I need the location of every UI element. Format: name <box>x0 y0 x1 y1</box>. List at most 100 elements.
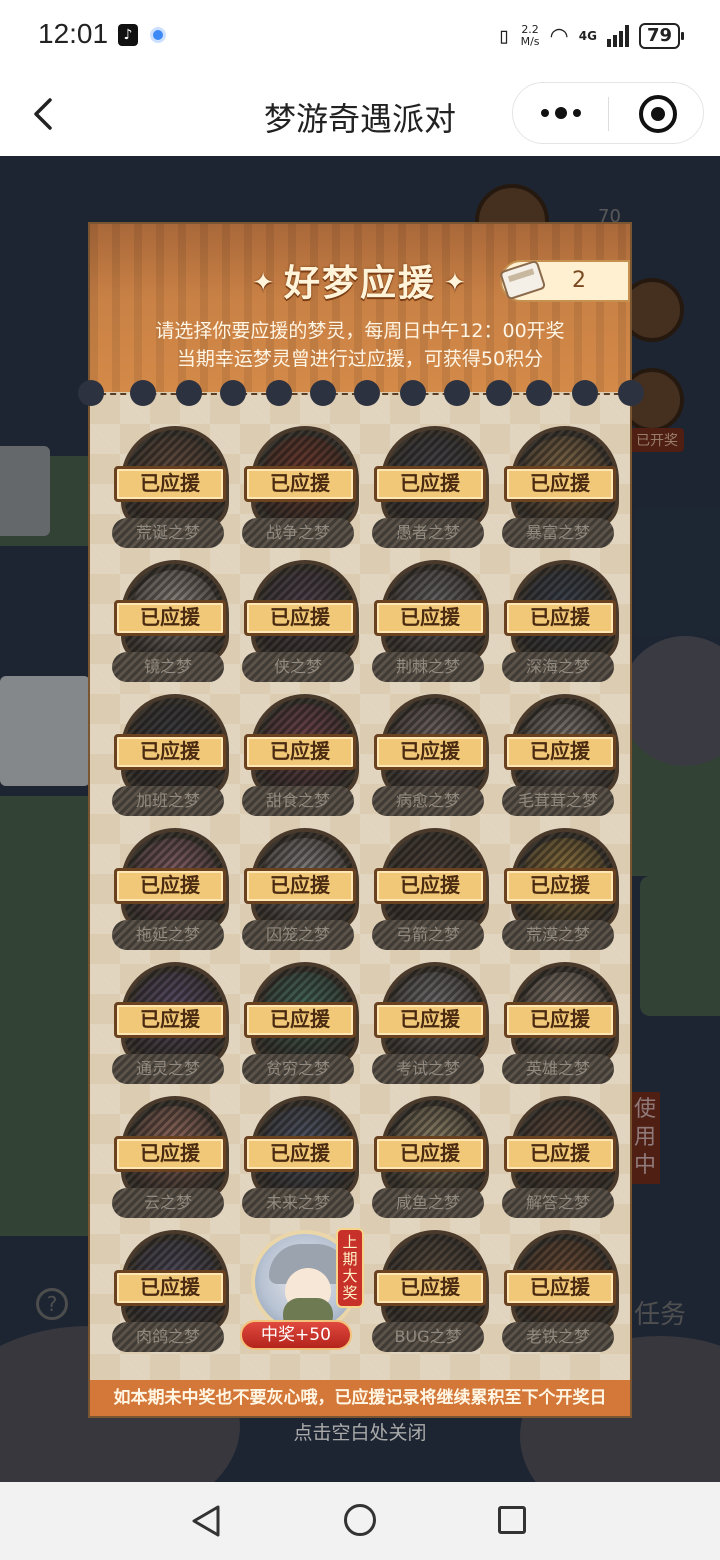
dream-item[interactable]: 已应援 镜之梦 <box>104 560 234 682</box>
supported-badge: 已应援 <box>114 466 226 502</box>
mini-program-nav: 梦游奇遇派对 <box>0 72 720 156</box>
modal-header: ✦ 好梦应援 ✦ 2 请选择你要应援的梦灵，每周日中午12：00开奖 当期幸运梦灵曾… <box>90 224 630 392</box>
dream-item[interactable]: 已应援 加班之梦 <box>104 694 234 816</box>
app-notification-icon <box>150 27 166 43</box>
battery-icon: 79 <box>638 23 685 49</box>
supported-badge: 已应援 <box>374 600 486 636</box>
dream-name: 未来之梦 <box>242 1188 354 1218</box>
dream-item[interactable]: 已应援 愚者之梦 <box>364 426 494 548</box>
dream-item[interactable]: 已应援 解答之梦 <box>494 1096 624 1218</box>
vibrate-icon: ▯ <box>497 23 511 49</box>
close-hint: 点击空白处关闭 <box>293 1422 427 1444</box>
supported-badge: 已应援 <box>244 1002 356 1038</box>
dream-item[interactable]: 已应援 肉鸽之梦 <box>104 1230 234 1352</box>
perforation-dot <box>618 380 644 406</box>
dream-item[interactable]: 已应援 咸鱼之梦 <box>364 1096 494 1218</box>
dream-item[interactable]: 已应援 弓箭之梦 <box>364 828 494 950</box>
system-nav-bar <box>0 1482 720 1560</box>
nav-home-icon[interactable] <box>344 1504 376 1536</box>
supported-badge: 已应援 <box>114 1270 226 1306</box>
dream-name: 愚者之梦 <box>372 518 484 548</box>
modal-title-text: 好梦应援 <box>283 263 436 304</box>
footer-banner: 如本期未中奖也不要灰心哦，已应援记录将继续累积至下个开奖日 <box>90 1380 630 1416</box>
dream-item[interactable]: 上期大奖 中奖+50 <box>234 1228 364 1350</box>
dream-item[interactable]: 已应援 贫穷之梦 <box>234 962 364 1084</box>
dream-item[interactable]: 已应援 甜食之梦 <box>234 694 364 816</box>
supported-badge: 已应援 <box>374 1270 486 1306</box>
supported-badge: 已应援 <box>374 1136 486 1172</box>
supported-badge: 已应援 <box>244 734 356 770</box>
ticket-count: 2 <box>572 268 586 293</box>
dream-item[interactable]: 已应援 通灵之梦 <box>104 962 234 1084</box>
supported-badge: 已应援 <box>374 868 486 904</box>
nav-back-icon[interactable] <box>190 1504 222 1538</box>
perforation-dot <box>486 380 512 406</box>
dream-name: 考试之梦 <box>372 1054 484 1084</box>
supported-badge: 已应援 <box>374 734 486 770</box>
dream-name: 战争之梦 <box>242 518 354 548</box>
perforation-divider <box>78 376 644 410</box>
supported-badge: 已应援 <box>374 1002 486 1038</box>
perforation-dot <box>526 380 552 406</box>
dream-name: 荒漠之梦 <box>502 920 614 950</box>
modal-subtitle-2: 当期幸运梦灵曾进行过应援，可获得50积分 <box>176 348 544 370</box>
dream-item[interactable]: 已应援 深海之梦 <box>494 560 624 682</box>
dream-name: BUG之梦 <box>372 1322 484 1352</box>
perforation-dot <box>130 380 156 406</box>
supported-badge: 已应援 <box>244 868 356 904</box>
close-miniprogram-icon[interactable] <box>639 95 677 133</box>
dream-item[interactable]: 已应援 荆棘之梦 <box>364 560 494 682</box>
dream-item[interactable]: 已应援 荒诞之梦 <box>104 426 234 548</box>
supported-badge: 已应援 <box>114 1002 226 1038</box>
support-modal: ✦ 好梦应援 ✦ 2 请选择你要应援的梦灵，每周日中午12：00开奖 当期幸运梦灵曾… <box>78 222 644 1418</box>
dream-item[interactable]: 已应援 病愈之梦 <box>364 694 494 816</box>
dream-grid: 已应援 荒诞之梦 已应援 战争之梦 已应援 愚者之梦 已应援 暴富之梦 已应援 镜之梦 已应援 侠之梦… <box>104 426 620 1352</box>
dream-name: 云之梦 <box>112 1188 224 1218</box>
nav-recents-icon[interactable] <box>498 1506 526 1534</box>
cell-signal-icon <box>606 25 629 47</box>
dream-name: 囚笼之梦 <box>242 920 354 950</box>
dream-item[interactable]: 已应援 战争之梦 <box>234 426 364 548</box>
supported-badge: 已应援 <box>504 868 616 904</box>
status-time: 12:01 <box>38 18 109 49</box>
perforation-dot <box>176 380 202 406</box>
supported-badge: 已应援 <box>244 600 356 636</box>
dream-item[interactable]: 已应援 毛茸茸之梦 <box>494 694 624 816</box>
dream-name: 咸鱼之梦 <box>372 1188 484 1218</box>
dream-item[interactable]: 已应援 云之梦 <box>104 1096 234 1218</box>
dream-item[interactable]: 已应援 拖延之梦 <box>104 828 234 950</box>
modal-subtitle-1: 请选择你要应援的梦灵，每周日中午12：00开奖 <box>155 320 565 342</box>
dream-name: 病愈之梦 <box>372 786 484 816</box>
dream-item[interactable]: 已应援 荒漠之梦 <box>494 828 624 950</box>
dream-item[interactable]: 已应援 囚笼之梦 <box>234 828 364 950</box>
status-bar: 12:01 ♪ ▯ 2.2 M/s ◠ 4G 79 <box>0 0 720 72</box>
ticket-counter: 2 <box>500 260 630 302</box>
perforation-dot <box>310 380 336 406</box>
dream-item[interactable]: 已应援 未来之梦 <box>234 1096 364 1218</box>
sparkle-icon: ✦ <box>444 268 468 298</box>
dream-name: 解答之梦 <box>502 1188 614 1218</box>
supported-badge: 已应援 <box>504 466 616 502</box>
perforation-dot <box>220 380 246 406</box>
dream-name: 荆棘之梦 <box>372 652 484 682</box>
dream-item[interactable]: 已应援 侠之梦 <box>234 560 364 682</box>
dream-name: 暴富之梦 <box>502 518 614 548</box>
perforation-dot <box>78 380 104 406</box>
supported-badge: 已应援 <box>114 868 226 904</box>
dream-item[interactable]: 已应援 暴富之梦 <box>494 426 624 548</box>
dream-item[interactable]: 已应援 老铁之梦 <box>494 1230 624 1352</box>
supported-badge: 已应援 <box>244 466 356 502</box>
status-icons: ▯ 2.2 M/s ◠ 4G 79 <box>497 20 685 52</box>
dream-item[interactable]: 已应援 考试之梦 <box>364 962 494 1084</box>
perforation-dot <box>266 380 292 406</box>
dream-item[interactable]: 已应援 英雄之梦 <box>494 962 624 1084</box>
supported-badge: 已应援 <box>504 734 616 770</box>
dream-item[interactable]: 已应援 BUG之梦 <box>364 1230 494 1352</box>
last-prize-badge: 上期大奖 <box>336 1228 364 1308</box>
dream-name: 老铁之梦 <box>502 1322 614 1352</box>
sparkle-icon: ✦ <box>252 268 276 298</box>
more-icon[interactable] <box>541 107 581 119</box>
supported-badge: 已应援 <box>374 466 486 502</box>
wifi-icon: ◠ <box>549 23 569 49</box>
dream-name: 通灵之梦 <box>112 1054 224 1084</box>
